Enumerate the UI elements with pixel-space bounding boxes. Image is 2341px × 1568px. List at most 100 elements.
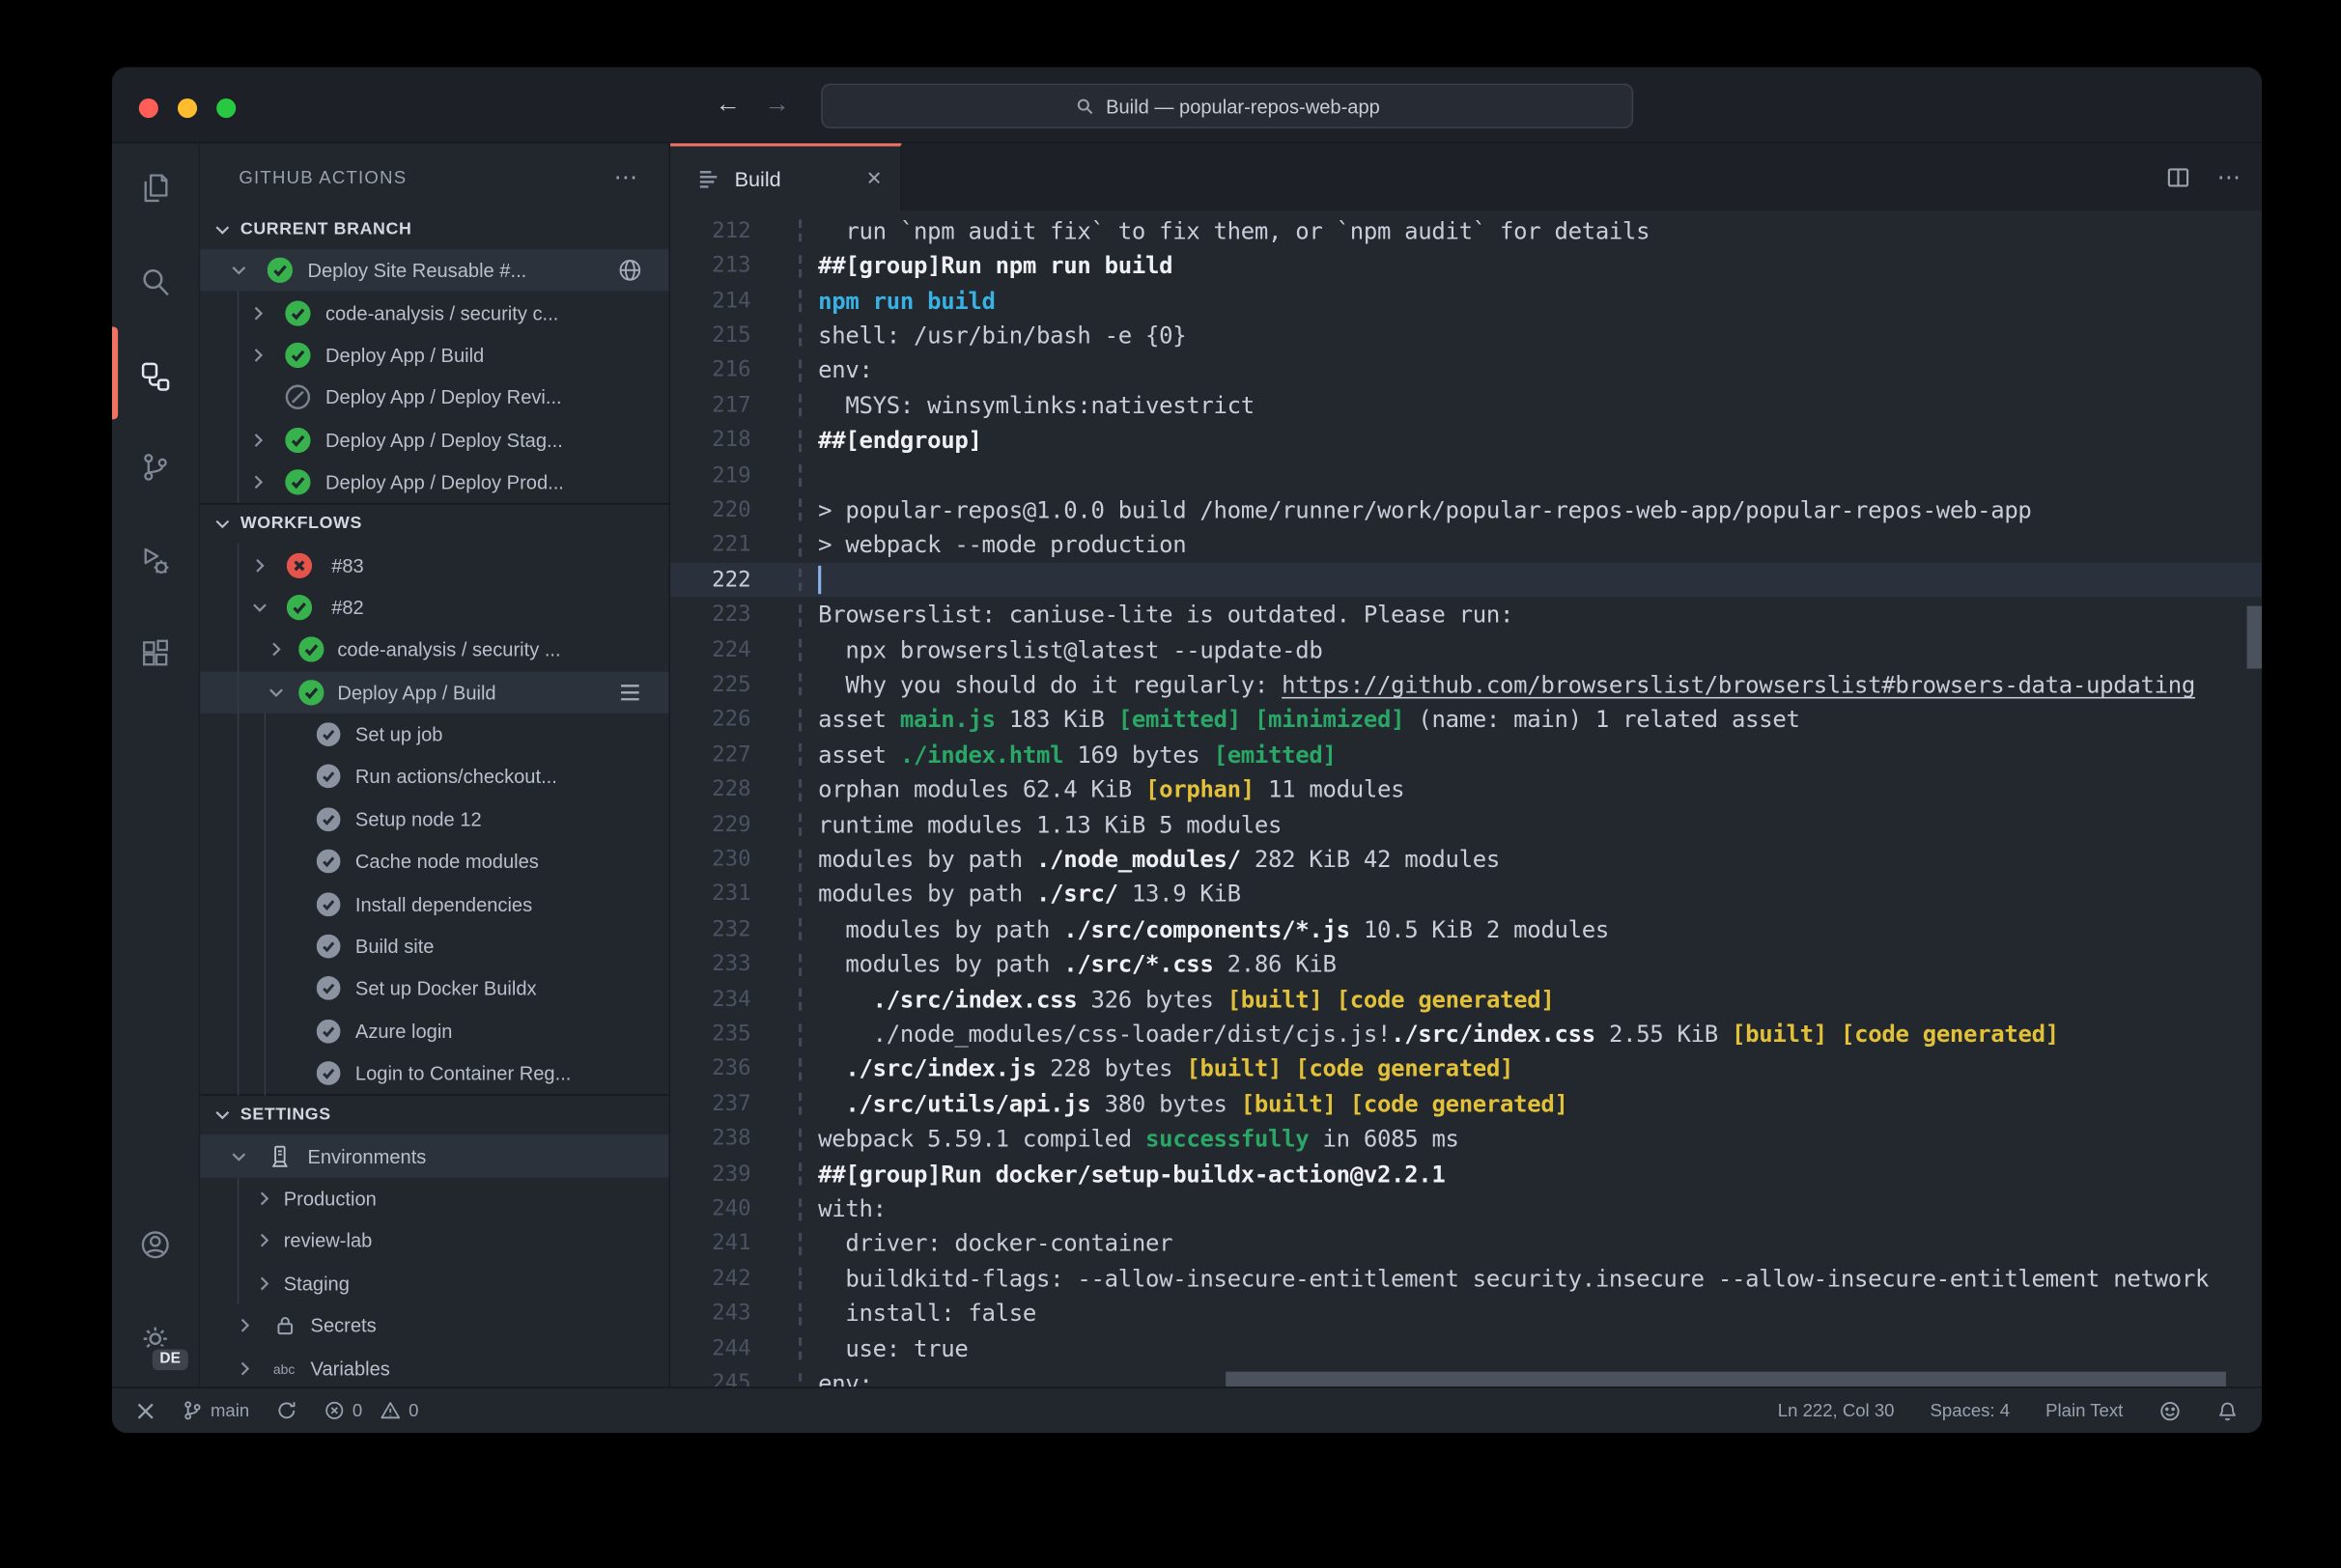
timestamp-fold-icon xyxy=(799,394,803,417)
tree-item-environments[interactable]: Environments xyxy=(200,1134,669,1178)
horizontal-scrollbar[interactable] xyxy=(1226,1371,2226,1387)
accounts-icon[interactable] xyxy=(137,1227,173,1263)
extensions-icon[interactable] xyxy=(137,636,173,672)
tree-item-code-analysis-security[interactable]: code-analysis / security ... xyxy=(200,629,668,671)
log-line-243[interactable]: 243 install: false xyxy=(670,1297,2262,1331)
problems-button[interactable]: 0 0 xyxy=(324,1400,418,1421)
log-line-220[interactable]: 220 > popular-repos@1.0.0 build /home/run… xyxy=(670,493,2262,528)
log-line-244[interactable]: 244 use: true xyxy=(670,1331,2262,1366)
search-view-icon[interactable] xyxy=(137,265,173,300)
tree-item-cache-node-modules[interactable]: Cache node modules xyxy=(200,840,668,882)
list-inline-action[interactable] xyxy=(618,680,642,704)
forward-button[interactable]: → xyxy=(765,90,790,120)
log-line-225[interactable]: 225 Why you should do it regularly: http… xyxy=(670,667,2262,702)
tab-build[interactable]: Build ✕ xyxy=(670,143,902,210)
log-line-242[interactable]: 242 buildkitd-flags: --allow-insecure-en… xyxy=(670,1262,2262,1297)
tree-item-install-dependencies[interactable]: Install dependencies xyxy=(200,882,668,925)
log-line-227[interactable]: 227 asset ./index.html 169 bytes [emitted… xyxy=(670,738,2262,772)
log-line-229[interactable]: 229 runtime modules 1.13 KiB 5 modules xyxy=(670,807,2262,842)
tree-item-deploy-app-deploy-revi[interactable]: Deploy App / Deploy Revi... xyxy=(200,377,668,419)
log-line-233[interactable]: 233 modules by path ./src/*.css 2.86 KiB xyxy=(670,947,2262,982)
log-line-228[interactable]: 228 orphan modules 62.4 KiB [orphan] 11 m… xyxy=(670,772,2262,807)
section-header-workflows[interactable]: WORKFLOWS xyxy=(200,503,669,544)
section-header-settings[interactable]: SETTINGS xyxy=(200,1094,669,1135)
tree-item-setup-node-12[interactable]: Setup node 12 xyxy=(200,798,668,841)
log-line-231[interactable]: 231 modules by path ./src/ 13.9 KiB xyxy=(670,878,2262,912)
tree-item-review-lab[interactable]: review-lab xyxy=(200,1219,668,1262)
section-header-current-branch[interactable]: CURRENT BRANCH xyxy=(200,210,668,249)
run-debug-icon[interactable] xyxy=(137,544,173,579)
chevron-right-icon xyxy=(260,1234,269,1248)
tree-item-label: Production xyxy=(283,1187,377,1210)
tree-item-deploy-app-deploy-stag[interactable]: Deploy App / Deploy Stag... xyxy=(200,419,668,462)
activity-bar: DE xyxy=(111,143,201,1387)
tree-item-deploy-app-build[interactable]: Deploy App / Build xyxy=(200,334,668,377)
log-line-221[interactable]: 221 > webpack --mode production xyxy=(670,528,2262,563)
log-line-223[interactable]: 223 Browserslist: caniuse-lite is outdate… xyxy=(670,598,2262,632)
tree-item-staging[interactable]: Staging xyxy=(200,1262,668,1304)
log-line-237[interactable]: 237 ./src/utils/api.js 380 bytes [built]… xyxy=(670,1087,2262,1122)
log-line-240[interactable]: 240 with: xyxy=(670,1191,2262,1226)
tab-close-icon[interactable]: ✕ xyxy=(866,166,883,190)
sync-button[interactable] xyxy=(276,1400,297,1421)
log-line-212[interactable]: 212 run `npm audit fix` to fix them, or … xyxy=(670,213,2262,248)
log-editor[interactable]: 212 run `npm audit fix` to fix them, or … xyxy=(670,210,2263,1387)
log-line-236[interactable]: 236 ./src/index.js 228 bytes [built] [co… xyxy=(670,1051,2262,1086)
language-mode[interactable]: Plain Text xyxy=(2045,1400,2123,1421)
log-line-217[interactable]: 217 MSYS: winsymlinks:nativestrict xyxy=(670,388,2262,423)
minimize-window-button[interactable] xyxy=(177,98,198,119)
log-line-213[interactable]: 213 ##[group]Run npm run build xyxy=(670,248,2262,283)
tree-item-#83[interactable]: #83 xyxy=(200,544,668,586)
feedback-button[interactable] xyxy=(2158,1399,2181,1421)
tree-item-azure-login[interactable]: Azure login xyxy=(200,1010,668,1052)
tree-item-deploy-app-build[interactable]: Deploy App / Build xyxy=(200,670,669,714)
tree-item-code-analysis-security-c[interactable]: code-analysis / security c... xyxy=(200,292,668,334)
sidebar-more-actions-button[interactable]: ⋯ xyxy=(614,143,639,210)
source-control-icon[interactable] xyxy=(137,449,173,485)
log-line-215[interactable]: 215 shell: /usr/bin/bash -e {0} xyxy=(670,319,2262,353)
log-line-224[interactable]: 224 npx browserslist@latest --update-db xyxy=(670,632,2262,667)
log-link[interactable]: https://github.com/browserslist/browsers… xyxy=(1282,672,2195,699)
tree-item-set-up-docker-buildx[interactable]: Set up Docker Buildx xyxy=(200,967,668,1010)
profile-badge[interactable]: DE xyxy=(149,1346,191,1374)
tree-item-deploy-app-deploy-prod[interactable]: Deploy App / Deploy Prod... xyxy=(200,462,668,504)
tree-item-variables[interactable]: abc Variables xyxy=(200,1347,668,1386)
log-line-226[interactable]: 226 asset main.js 183 KiB [emitted] [mini… xyxy=(670,703,2262,738)
log-line-216[interactable]: 216 env: xyxy=(670,353,2262,388)
log-line-222[interactable]: 222 xyxy=(670,562,2263,599)
github-actions-icon[interactable] xyxy=(137,358,173,394)
log-line-214[interactable]: 214 npm run build xyxy=(670,283,2262,318)
command-center[interactable]: Build — popular-repos-web-app xyxy=(821,83,1634,128)
tree-item-production[interactable]: Production xyxy=(200,1177,668,1219)
log-line-218[interactable]: 218 ##[endgroup] xyxy=(670,423,2262,458)
explorer-icon[interactable] xyxy=(137,170,173,206)
split-editor-icon[interactable] xyxy=(2166,165,2190,189)
log-line-238[interactable]: 238 webpack 5.59.1 compiled successfully … xyxy=(670,1122,2262,1157)
log-line-241[interactable]: 241 driver: docker-container xyxy=(670,1226,2262,1261)
tree-item-build-site[interactable]: Build site xyxy=(200,925,668,967)
branch-indicator[interactable]: main xyxy=(183,1400,249,1421)
tree-item-login-to-container-reg[interactable]: Login to Container Reg... xyxy=(200,1052,668,1095)
tree-item-set-up-job[interactable]: Set up job xyxy=(200,714,668,756)
tree-item-#82[interactable]: #82 xyxy=(200,586,668,629)
log-line-230[interactable]: 230 modules by path ./node_modules/ 282 K… xyxy=(670,842,2262,877)
log-line-235[interactable]: 235 ./node_modules/css-loader/dist/cjs.j… xyxy=(670,1017,2262,1051)
cursor-position[interactable]: Ln 222, Col 30 xyxy=(1778,1400,1895,1421)
close-window-button[interactable] xyxy=(138,98,158,119)
tree-item-deploy-site-reusable-#[interactable]: Deploy Site Reusable #... xyxy=(200,249,669,293)
notifications-button[interactable] xyxy=(2217,1399,2239,1421)
log-line-232[interactable]: 232 modules by path ./src/components/*.j… xyxy=(670,912,2262,947)
line-number: 233 xyxy=(712,952,751,977)
remote-window-button[interactable] xyxy=(136,1401,155,1420)
editor-more-actions-button[interactable]: ⋯ xyxy=(2217,162,2242,192)
zoom-window-button[interactable] xyxy=(216,98,237,119)
back-button[interactable]: ← xyxy=(715,90,740,120)
log-line-234[interactable]: 234 ./src/index.css 326 bytes [built] [c… xyxy=(670,982,2262,1017)
log-line-219[interactable]: 219 xyxy=(670,458,2262,492)
vertical-scrollbar[interactable] xyxy=(2246,605,2263,669)
tree-item-run-actions-checkout[interactable]: Run actions/checkout... xyxy=(200,756,668,798)
globe-inline-action[interactable] xyxy=(618,259,642,283)
indentation-setting[interactable]: Spaces: 4 xyxy=(1931,1400,2011,1421)
log-line-239[interactable]: 239 ##[group]Run docker/setup-buildx-acti… xyxy=(670,1157,2262,1191)
tree-item-secrets[interactable]: Secrets xyxy=(200,1304,668,1347)
